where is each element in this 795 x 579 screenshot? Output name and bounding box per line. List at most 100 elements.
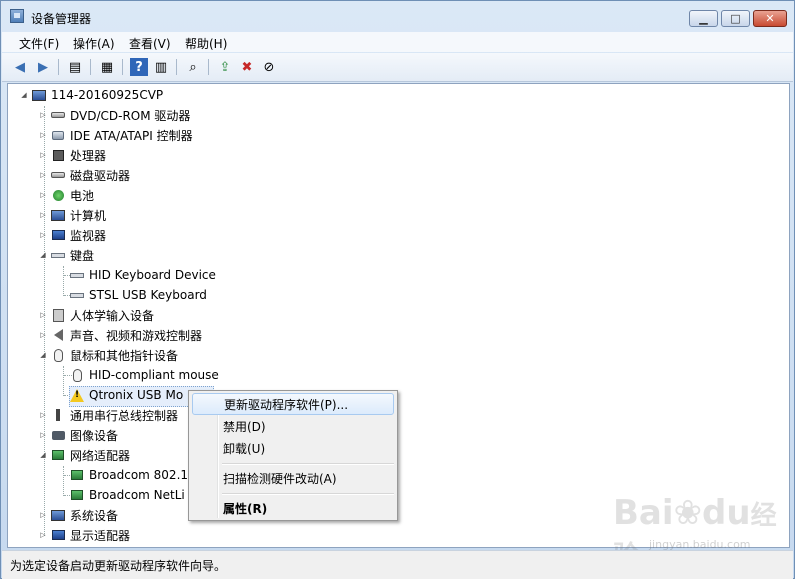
device-manager-window: 设备管理器 ▁ □ ✕ 文件(F) 操作(A) 查看(V) 帮助(H) ◀ ▶ … <box>0 0 795 579</box>
title-bar[interactable]: 设备管理器 ▁ □ ✕ <box>1 1 794 31</box>
disable-device-icon[interactable]: ⊘ <box>260 58 278 76</box>
computer-icon <box>50 207 66 223</box>
system-icon <box>50 507 66 523</box>
tree-item-mouse[interactable]: ◢ 鼠标和其他指针设备 <box>39 345 178 365</box>
tree-label: IDE ATA/ATAPI 控制器 <box>70 128 193 143</box>
battery-icon <box>50 187 66 203</box>
tree-item-display[interactable]: ▷ 显示适配器 <box>39 525 130 545</box>
mouse-icon <box>69 367 85 383</box>
tree-item-ide[interactable]: ▷ IDE ATA/ATAPI 控制器 <box>39 125 193 145</box>
tree-item-battery[interactable]: ▷ 电池 <box>39 185 94 205</box>
device-manager-icon <box>10 9 24 23</box>
tree-item-usb[interactable]: ▷ 通用串行总线控制器 <box>39 405 178 425</box>
collapse-arrow-icon[interactable]: ▷ <box>39 171 47 179</box>
tree-item-stsl-keyboard[interactable]: STSL USB Keyboard <box>69 285 207 305</box>
status-bar: 为选定设备启动更新驱动程序软件向导。 <box>2 550 793 579</box>
close-button[interactable]: ✕ <box>753 10 787 27</box>
window-title: 设备管理器 <box>31 12 92 26</box>
scan-hardware-menu-item[interactable]: 扫描检测硬件改动(A) <box>192 467 394 489</box>
collapse-arrow-icon[interactable]: ▷ <box>39 331 47 339</box>
tree-item-computer[interactable]: ▷ 计算机 <box>39 205 106 225</box>
update-driver-menu-item[interactable]: 更新驱动程序软件(P)... <box>192 393 394 415</box>
device-tree-panel[interactable]: ◢ 114-20160925CVP ▷ DVD/CD-ROM 驱动器 ▷ IDE… <box>7 83 790 548</box>
warning-icon <box>69 387 85 403</box>
update-driver-icon[interactable]: ⇪ <box>216 58 234 76</box>
tree-root[interactable]: ◢ 114-20160925CVP <box>20 85 163 105</box>
back-icon[interactable]: ◀ <box>11 58 29 76</box>
monitor-icon <box>50 227 66 243</box>
uninstall-menu-item[interactable]: 卸载(U) <box>192 437 394 459</box>
menu-action[interactable]: 操作(A) <box>73 35 115 52</box>
expand-arrow-icon[interactable]: ◢ <box>39 451 47 459</box>
tree-item-broadcom-wireless[interactable]: Broadcom 802.1 <box>69 465 188 485</box>
collapse-arrow-icon[interactable]: ▷ <box>39 231 47 239</box>
properties-icon[interactable]: ▦ <box>98 58 116 76</box>
tree-label: 通用串行总线控制器 <box>70 408 179 423</box>
mouse-icon <box>50 347 66 363</box>
menu-help[interactable]: 帮助(H) <box>185 35 227 52</box>
network-icon <box>69 487 85 503</box>
tree-label: Broadcom 802.1 <box>89 468 189 482</box>
tree-item-disk[interactable]: ▷ 磁盘驱动器 <box>39 165 130 185</box>
collapse-arrow-icon[interactable]: ▷ <box>39 431 47 439</box>
expand-arrow-icon[interactable]: ◢ <box>20 91 28 99</box>
expand-arrow-icon[interactable]: ◢ <box>39 351 47 359</box>
processor-icon <box>50 147 66 163</box>
tree-item-hid-mouse[interactable]: HID-compliant mouse <box>69 365 219 385</box>
properties-menu-item[interactable]: 属性(R) <box>192 497 394 519</box>
tree-item-hid-keyboard[interactable]: HID Keyboard Device <box>69 265 216 285</box>
collapse-arrow-icon[interactable]: ▷ <box>39 191 47 199</box>
tree-label: 电池 <box>70 188 95 203</box>
scan-hardware-icon[interactable]: ⌕ <box>184 58 202 76</box>
tree-item-broadcom-netlink[interactable]: Broadcom NetLi <box>69 485 185 505</box>
maximize-icon: □ <box>730 12 741 25</box>
toolbar-separator <box>90 59 91 75</box>
collapse-arrow-icon[interactable]: ▷ <box>39 211 47 219</box>
tree-item-keyboard[interactable]: ◢ 键盘 <box>39 245 94 265</box>
menu-view[interactable]: 查看(V) <box>129 35 171 52</box>
paw-icon: ❀ <box>673 493 703 533</box>
collapse-arrow-icon[interactable]: ▷ <box>39 511 47 519</box>
keyboard-icon <box>69 287 85 303</box>
usb-icon <box>50 407 66 423</box>
menu-separator <box>222 463 394 465</box>
tree-label: 114-20160925CVP <box>51 88 164 102</box>
tree-label: 显示适配器 <box>70 528 131 543</box>
tree-item-network[interactable]: ◢ 网络适配器 <box>39 445 130 465</box>
tree-item-system[interactable]: ▷ 系统设备 <box>39 505 118 525</box>
collapse-arrow-icon[interactable]: ▷ <box>39 411 47 419</box>
tree-label: 计算机 <box>70 208 107 223</box>
tree-item-qtronix-mouse[interactable]: Qtronix USB Mo <box>69 385 183 405</box>
action-pane-icon[interactable]: ▥ <box>152 58 170 76</box>
minimize-button[interactable]: ▁ <box>689 10 718 27</box>
keyboard-icon <box>69 267 85 283</box>
tree-item-sound[interactable]: ▷ 声音、视频和游戏控制器 <box>39 325 202 345</box>
disable-menu-item[interactable]: 禁用(D) <box>192 415 394 437</box>
tree-item-dvd[interactable]: ▷ DVD/CD-ROM 驱动器 <box>39 105 190 125</box>
menu-separator <box>222 493 394 495</box>
tree-label: 系统设备 <box>70 508 119 523</box>
tree-line <box>63 266 64 296</box>
tree-item-processor[interactable]: ▷ 处理器 <box>39 145 106 165</box>
collapse-arrow-icon[interactable]: ▷ <box>39 111 47 119</box>
collapse-arrow-icon[interactable]: ▷ <box>39 311 47 319</box>
context-menu: 更新驱动程序软件(P)... 禁用(D) 卸载(U) 扫描检测硬件改动(A) 属… <box>188 390 398 521</box>
hid-icon <box>50 307 66 323</box>
help-icon[interactable]: ? <box>130 58 148 76</box>
uninstall-icon[interactable]: ✖ <box>238 58 256 76</box>
toolbar: ◀ ▶ ▤ ▦ ? ▥ ⌕ ⇪ ✖ ⊘ <box>2 53 793 82</box>
menu-file[interactable]: 文件(F) <box>19 35 59 52</box>
tree-item-hid[interactable]: ▷ 人体学输入设备 <box>39 305 154 325</box>
collapse-arrow-icon[interactable]: ▷ <box>39 531 47 539</box>
show-hide-console-tree-icon[interactable]: ▤ <box>66 58 84 76</box>
tree-item-imaging[interactable]: ▷ 图像设备 <box>39 425 118 445</box>
collapse-arrow-icon[interactable]: ▷ <box>39 131 47 139</box>
expand-arrow-icon[interactable]: ◢ <box>39 251 47 259</box>
tree-item-monitor[interactable]: ▷ 监视器 <box>39 225 106 245</box>
collapse-arrow-icon[interactable]: ▷ <box>39 151 47 159</box>
ide-controller-icon <box>50 127 66 143</box>
forward-icon[interactable]: ▶ <box>34 58 52 76</box>
maximize-button[interactable]: □ <box>721 10 750 27</box>
toolbar-separator <box>208 59 209 75</box>
watermark-main: Bai <box>613 493 674 533</box>
